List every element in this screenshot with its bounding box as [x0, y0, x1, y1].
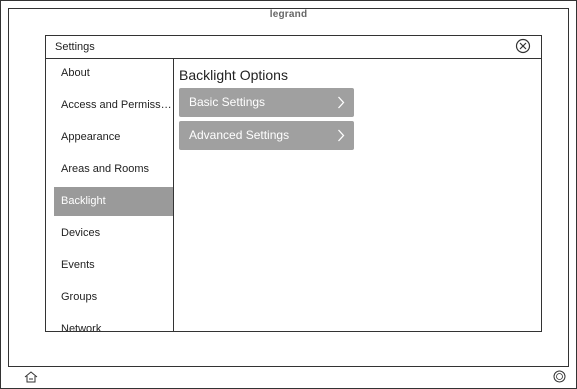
sidebar-item-appearance[interactable]: Appearance [54, 123, 173, 152]
settings-dialog: Settings About Access and Permissions Ap… [45, 35, 542, 332]
device-bottom-bar [0, 367, 577, 389]
dialog-header: Settings [46, 36, 541, 59]
sidebar-item-label: Areas and Rooms [61, 163, 150, 175]
main-content: Backlight Options Basic Settings Advance… [174, 59, 541, 331]
home-icon[interactable] [24, 371, 38, 383]
close-circle-icon[interactable] [515, 38, 531, 54]
settings-sidebar: About Access and Permissions Appearance … [46, 59, 174, 331]
option-label: Basic Settings [189, 95, 266, 109]
basic-settings-button[interactable]: Basic Settings [179, 88, 354, 117]
page-title: Backlight Options [179, 67, 288, 83]
sidebar-item-areas-and-rooms[interactable]: Areas and Rooms [54, 155, 173, 184]
sidebar-item-groups[interactable]: Groups [54, 283, 173, 312]
sidebar-item-label: About [61, 67, 90, 79]
sidebar-item-label: Devices [61, 227, 101, 239]
sidebar-item-label: Network [61, 323, 102, 331]
sidebar-item-devices[interactable]: Devices [54, 219, 173, 248]
advanced-settings-button[interactable]: Advanced Settings [179, 121, 354, 150]
sidebar-item-backlight[interactable]: Backlight [54, 187, 173, 216]
chevron-right-icon [338, 96, 345, 109]
sidebar-item-access-and-permissions[interactable]: Access and Permissions [54, 91, 173, 120]
option-label: Advanced Settings [189, 128, 290, 142]
sidebar-item-label: Events [61, 259, 95, 271]
sidebar-item-about[interactable]: About [54, 59, 173, 88]
sidebar-item-events[interactable]: Events [54, 251, 173, 280]
sidebar-item-label: Access and Permissions [61, 99, 173, 111]
chevron-right-icon [338, 129, 345, 142]
sidebar-item-label: Backlight [61, 195, 106, 207]
power-icon[interactable] [553, 370, 566, 383]
sidebar-item-label: Groups [61, 291, 98, 303]
sidebar-item-network[interactable]: Network [54, 315, 173, 331]
dialog-title: Settings [55, 41, 95, 53]
brand-logo: legrand [269, 9, 308, 20]
sidebar-item-label: Appearance [61, 131, 121, 143]
